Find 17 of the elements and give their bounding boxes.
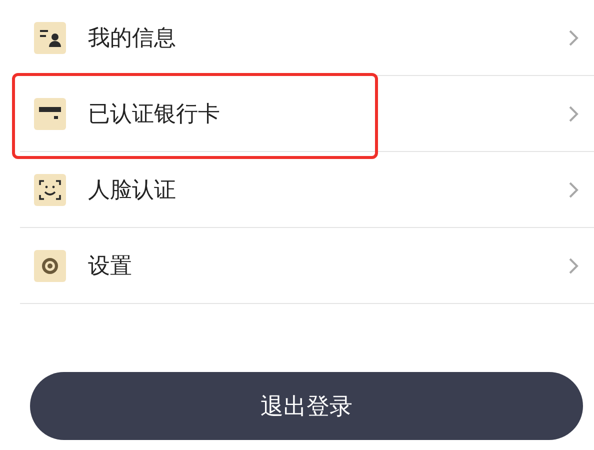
menu-item[interactable]: 我的信息	[20, 0, 594, 76]
menu-item[interactable]: 人脸认证	[20, 152, 594, 228]
id-card-icon	[34, 22, 66, 54]
menu-label: 设置	[88, 252, 133, 280]
chevron-icon	[568, 180, 580, 198]
menu-label: 人脸认证	[88, 176, 177, 204]
chevron-icon	[568, 256, 580, 274]
menu-item[interactable]: 已认证银行卡	[20, 76, 594, 152]
settings-icon	[34, 250, 66, 282]
menu-label: 我的信息	[88, 24, 177, 52]
menu-label: 已认证银行卡	[88, 100, 221, 128]
menu-item[interactable]: 设置	[20, 228, 594, 304]
chevron-icon	[568, 104, 580, 122]
logout-button[interactable]: 退出登录	[30, 372, 583, 440]
chevron-icon	[568, 28, 580, 46]
face-scan-icon	[34, 174, 66, 206]
bank-card-icon	[34, 98, 66, 130]
